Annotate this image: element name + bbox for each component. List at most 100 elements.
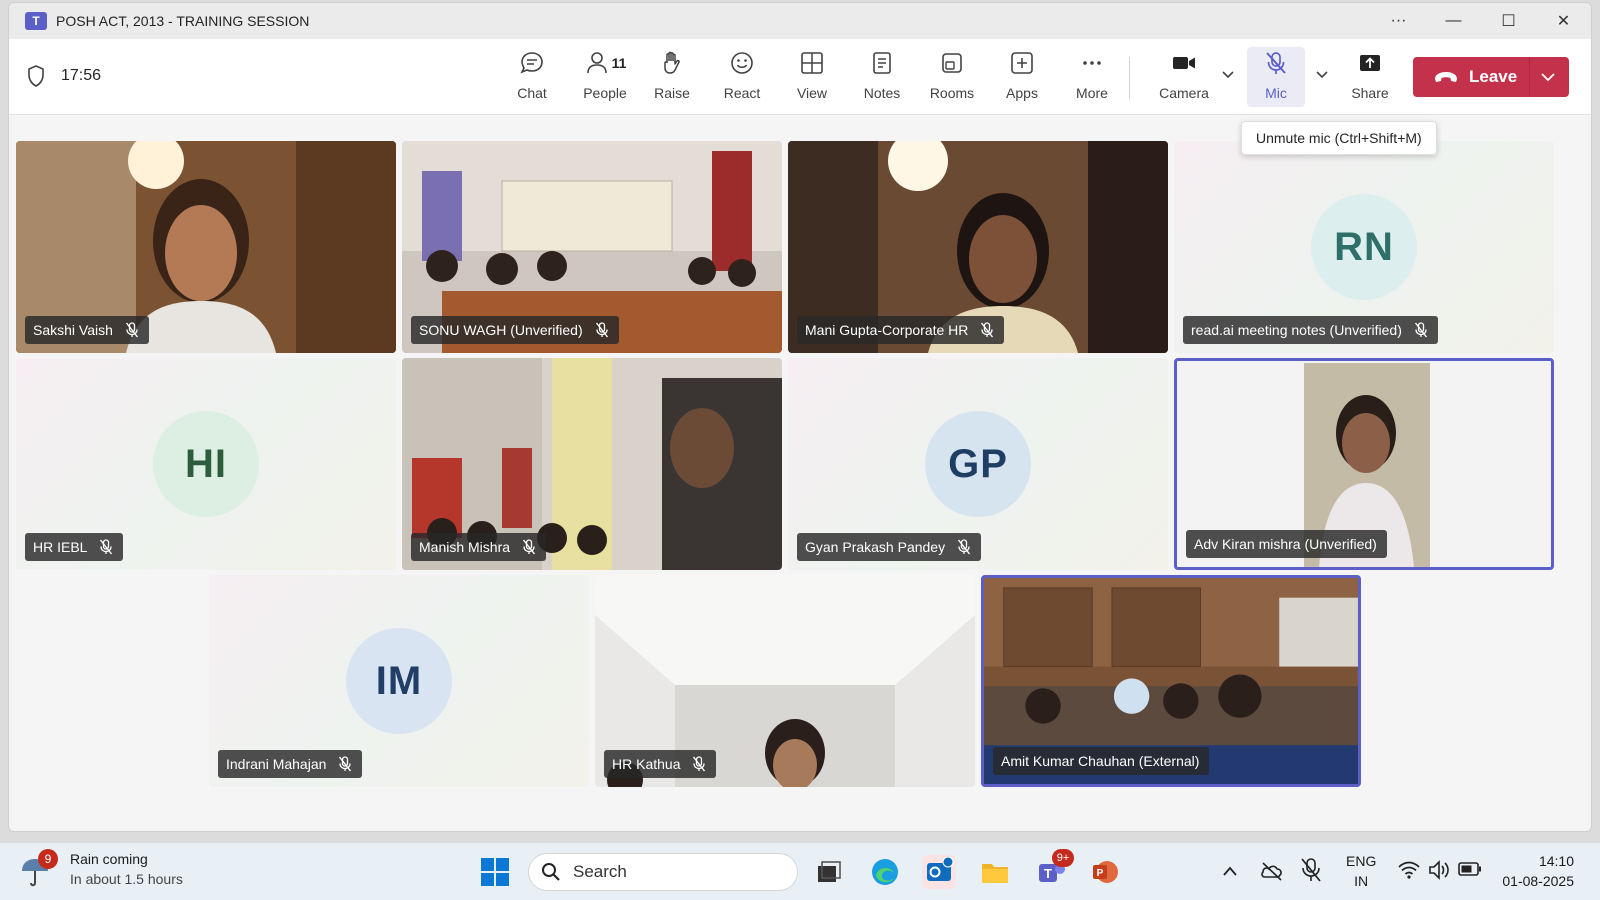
- chat-button[interactable]: Chat: [501, 47, 563, 107]
- apps-button[interactable]: Apps: [991, 47, 1053, 107]
- leave-label: Leave: [1469, 67, 1518, 86]
- leave-button[interactable]: Leave: [1413, 57, 1569, 97]
- participant-name-tag: read.ai meeting notes (Unverified): [1183, 316, 1438, 344]
- system-clock[interactable]: 14:10 01-08-2025: [1502, 851, 1574, 891]
- mic-off-icon: [1266, 52, 1286, 74]
- participant-name-tag: Sakshi Vaish: [25, 316, 149, 344]
- clock-date: 01-08-2025: [1502, 873, 1574, 889]
- participant-tile-gyan-prakash-pandey[interactable]: GP Gyan Prakash Pandey: [788, 358, 1168, 570]
- edge-browser-icon[interactable]: [868, 855, 902, 889]
- svg-text:P: P: [1097, 868, 1104, 879]
- onedrive-offline-icon[interactable]: [1260, 859, 1284, 883]
- timer-text: 17:56: [61, 67, 102, 84]
- rooms-button[interactable]: Rooms: [921, 47, 983, 107]
- outlook-icon[interactable]: [922, 855, 956, 889]
- participant-name-tag: Gyan Prakash Pandey: [797, 533, 982, 561]
- mic-muted-icon: [522, 539, 536, 555]
- camera-label: Camera: [1159, 85, 1209, 101]
- toolbar-separator: [1129, 57, 1130, 99]
- weather-widget[interactable]: 9 Rain coming In about 1.5 hours: [20, 849, 183, 889]
- participant-tile-hr-kathua[interactable]: HR Kathua: [595, 575, 975, 787]
- people-icon: [586, 52, 607, 74]
- windows-start-icon[interactable]: [480, 857, 510, 887]
- mic-muted-icon: [981, 322, 994, 338]
- language-region: IN: [1354, 873, 1369, 889]
- powerpoint-icon[interactable]: P: [1088, 855, 1122, 889]
- camera-button[interactable]: Camera: [1151, 47, 1217, 107]
- participant-avatar: GP: [925, 411, 1031, 517]
- battery-icon[interactable]: [1458, 861, 1482, 877]
- participant-tile-manish-mishra[interactable]: Manish Mishra: [402, 358, 782, 570]
- participant-tile-sakshi-vaish[interactable]: Sakshi Vaish: [16, 141, 396, 353]
- share-button[interactable]: Share: [1339, 47, 1401, 107]
- mic-label: Mic: [1265, 85, 1287, 101]
- camera-options-chevron-icon[interactable]: [1221, 67, 1235, 81]
- chevron-up-icon[interactable]: [1222, 865, 1238, 877]
- svg-text:T: T: [1044, 866, 1052, 881]
- view-button[interactable]: View: [781, 47, 843, 107]
- mic-button[interactable]: Mic: [1247, 47, 1305, 107]
- microphone-muted-tray-icon[interactable]: [1300, 857, 1322, 883]
- language-indicator[interactable]: ENG IN: [1346, 851, 1376, 891]
- mic-muted-icon: [693, 756, 706, 772]
- people-button[interactable]: 11 People: [571, 47, 639, 107]
- participant-name: read.ai meeting notes (Unverified): [1191, 322, 1402, 338]
- leave-divider: [1529, 57, 1530, 97]
- notes-label: Notes: [863, 85, 901, 101]
- participant-tile-read-ai[interactable]: RN read.ai meeting notes (Unverified): [1174, 141, 1554, 353]
- participant-tile-indrani-mahajan[interactable]: IM Indrani Mahajan: [209, 575, 589, 787]
- leave-options-chevron-icon[interactable]: [1539, 69, 1557, 85]
- teams-app-icon[interactable]: T 9+: [1034, 849, 1074, 889]
- participant-name: Sakshi Vaish: [33, 322, 113, 338]
- notes-icon: [873, 52, 891, 74]
- wifi-icon[interactable]: [1398, 861, 1420, 879]
- mic-muted-icon: [100, 539, 113, 555]
- notes-button[interactable]: Notes: [851, 47, 913, 107]
- more-button[interactable]: More: [1061, 47, 1123, 107]
- share-label: Share: [1351, 85, 1389, 101]
- chat-label: Chat: [517, 85, 547, 101]
- participant-tile-mani-gupta[interactable]: Mani Gupta-Corporate HR: [788, 141, 1168, 353]
- raise-hand-button[interactable]: Raise: [641, 47, 703, 107]
- language-code: ENG: [1346, 853, 1377, 869]
- rooms-label: Rooms: [929, 85, 975, 101]
- participant-tile-amit-kumar-chauhan[interactable]: Amit Kumar Chauhan (External): [981, 575, 1361, 787]
- raise-label: Raise: [654, 85, 690, 101]
- hang-up-icon: [1435, 72, 1457, 82]
- participant-tile-hr-iebl[interactable]: HI HR IEBL: [16, 358, 396, 570]
- chat-icon: [520, 52, 543, 74]
- ellipsis-icon: [1083, 61, 1101, 65]
- windows-taskbar: 9 Rain coming In about 1.5 hours Search …: [0, 842, 1600, 900]
- participant-tile-adv-kiran-mishra[interactable]: Adv Kiran mishra (Unverified): [1174, 358, 1554, 570]
- participant-name: SONU WAGH (Unverified): [419, 322, 583, 338]
- rooms-icon: [942, 53, 962, 73]
- minimize-button[interactable]: —: [1426, 3, 1481, 39]
- participant-name-tag: Manish Mishra: [411, 533, 547, 561]
- more-options-button[interactable]: ···: [1371, 3, 1426, 39]
- participant-name: HR IEBL: [33, 539, 88, 555]
- shield-icon: [28, 65, 44, 87]
- teams-notification-badge: 9+: [1052, 849, 1074, 867]
- close-button[interactable]: ✕: [1536, 3, 1591, 39]
- more-label: More: [1076, 85, 1108, 101]
- grid-view-icon: [801, 52, 823, 74]
- weather-subtitle: In about 1.5 hours: [70, 871, 183, 887]
- smiley-icon: [731, 52, 753, 74]
- participant-tile-sonu-wagh[interactable]: SONU WAGH (Unverified): [402, 141, 782, 353]
- taskbar-search-box[interactable]: Search: [528, 853, 798, 891]
- participant-name: Indrani Mahajan: [226, 756, 327, 772]
- mic-tooltip: Unmute mic (Ctrl+Shift+M): [1241, 121, 1437, 155]
- maximize-button[interactable]: ☐: [1481, 3, 1536, 39]
- teams-meeting-window: T POSH ACT, 2013 - TRAINING SESSION ··· …: [8, 2, 1592, 832]
- task-view-icon[interactable]: [812, 855, 846, 889]
- participant-name: Mani Gupta-Corporate HR: [805, 322, 969, 338]
- react-button[interactable]: React: [711, 47, 773, 107]
- participant-name: Manish Mishra: [419, 539, 511, 555]
- weather-title: Rain coming: [70, 851, 148, 867]
- file-explorer-icon[interactable]: [978, 855, 1012, 889]
- participant-name-tag: HR Kathua: [604, 750, 717, 778]
- participant-name: Adv Kiran mishra (Unverified): [1194, 536, 1377, 552]
- mic-options-chevron-icon[interactable]: [1315, 67, 1329, 81]
- volume-icon[interactable]: [1428, 859, 1450, 881]
- mic-muted-icon: [1414, 322, 1427, 338]
